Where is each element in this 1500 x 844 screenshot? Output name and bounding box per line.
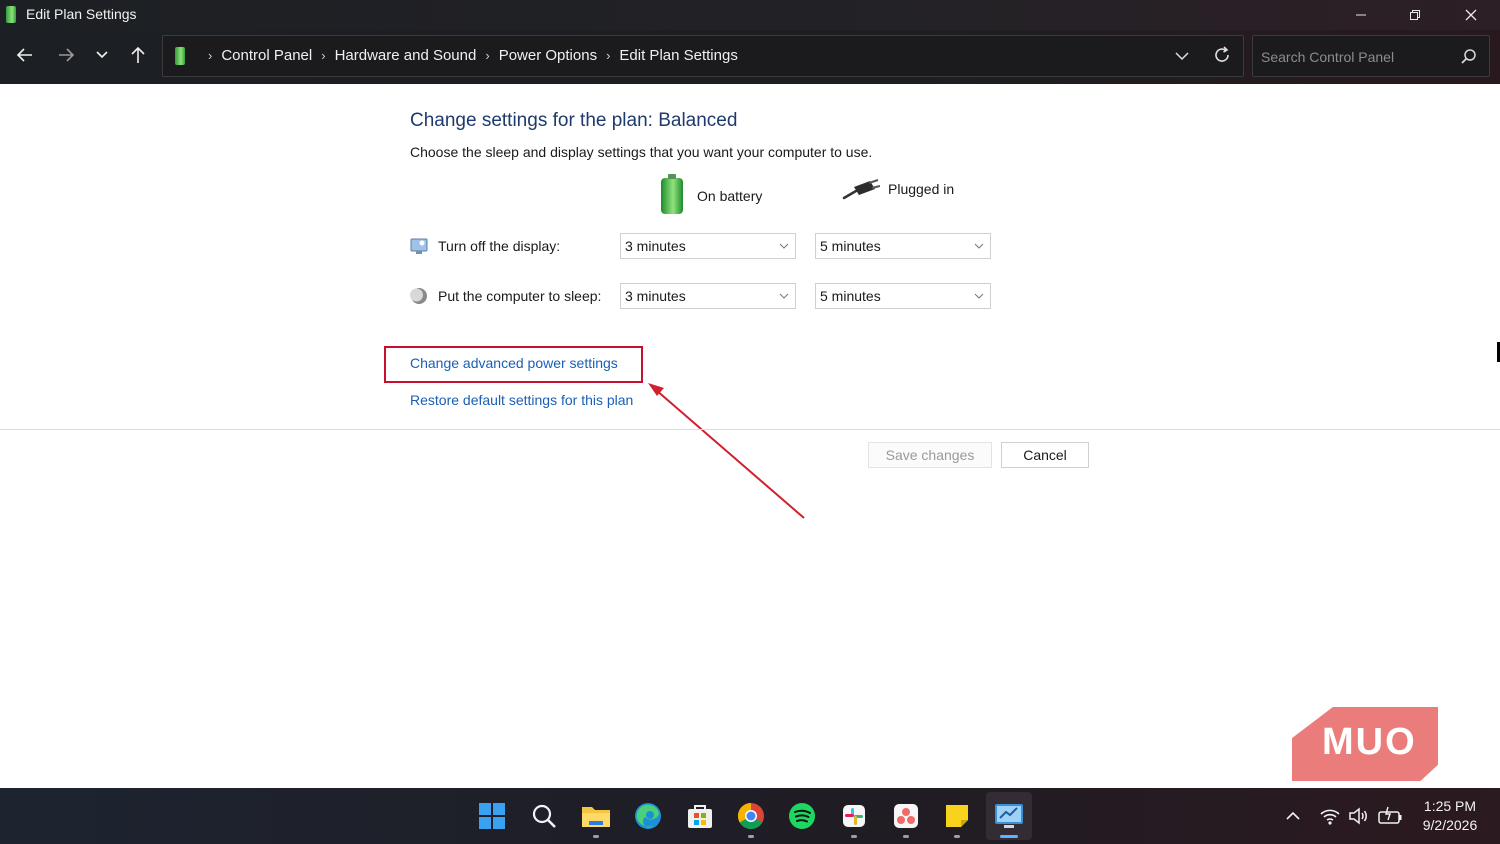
chrome-icon[interactable]: [735, 800, 767, 832]
breadcrumb-separator-icon[interactable]: ›: [606, 48, 610, 63]
breadcrumb-separator-icon: ›: [208, 48, 213, 63]
recent-locations-button[interactable]: [86, 40, 118, 70]
sticky-notes-icon[interactable]: [941, 800, 973, 832]
back-arrow-icon: [16, 48, 32, 62]
address-history-chevron-icon[interactable]: [1171, 45, 1193, 67]
breadcrumb-control-panel[interactable]: Control Panel: [221, 47, 312, 64]
running-indicator: [593, 835, 599, 838]
edge-browser-icon[interactable]: [632, 800, 664, 832]
close-icon: [1465, 9, 1477, 21]
power-options-icon: [6, 6, 16, 23]
control-panel-icon[interactable]: [993, 800, 1025, 832]
running-indicator: [903, 835, 909, 838]
running-indicator: [954, 835, 960, 838]
save-changes-button[interactable]: Save changes: [868, 442, 992, 468]
minimize-icon: [1356, 14, 1366, 16]
recent-locations-chevron-icon: [96, 51, 108, 59]
up-arrow-icon: [131, 46, 145, 63]
refresh-icon[interactable]: [1211, 44, 1233, 66]
system-clock[interactable]: 1:25 PM 9/2/2026: [1412, 797, 1488, 835]
file-explorer-icon[interactable]: [580, 800, 612, 832]
breadcrumb: › Control Panel › Hardware and Sound › P…: [199, 47, 738, 64]
breadcrumb-separator-icon[interactable]: ›: [321, 48, 325, 63]
breadcrumb-separator-icon[interactable]: ›: [485, 48, 489, 63]
breadcrumb-power-options[interactable]: Power Options: [499, 47, 597, 64]
breadcrumb-edit-plan-settings[interactable]: Edit Plan Settings: [619, 47, 737, 64]
up-button[interactable]: [122, 40, 154, 70]
running-indicator: [851, 835, 857, 838]
close-button[interactable]: [1444, 0, 1498, 30]
search-icon[interactable]: [528, 800, 560, 832]
microsoft-store-icon[interactable]: [684, 800, 716, 832]
annotation-arrow: [648, 383, 805, 519]
restore-button[interactable]: [1388, 0, 1442, 30]
asana-icon[interactable]: [890, 800, 922, 832]
show-hidden-icons-chevron-icon[interactable]: [1282, 805, 1304, 827]
taskbar: 1:25 PM 9/2/2026: [0, 788, 1500, 844]
navigation-bar: › Control Panel › Hardware and Sound › P…: [0, 30, 1500, 84]
search-icon[interactable]: [1459, 47, 1479, 67]
divider: [0, 429, 1500, 430]
clock-time: 1:25 PM: [1423, 798, 1477, 814]
breadcrumb-hardware-and-sound[interactable]: Hardware and Sound: [335, 47, 477, 64]
spotify-icon[interactable]: [786, 800, 818, 832]
slack-icon[interactable]: [838, 800, 870, 832]
volume-icon[interactable]: [1347, 805, 1369, 827]
windows-start-icon[interactable]: [476, 800, 508, 832]
main-content: Change settings for the plan: Balanced C…: [0, 84, 1500, 788]
power-options-icon: [175, 47, 185, 65]
back-button[interactable]: [9, 40, 41, 70]
window-title: Edit Plan Settings: [26, 6, 137, 22]
forward-button[interactable]: [50, 40, 82, 70]
search-input[interactable]: [1261, 46, 1451, 68]
watermark-text: MUO: [1322, 721, 1417, 763]
search-box: [1252, 35, 1490, 77]
clock-date: 9/2/2026: [1422, 817, 1478, 833]
cancel-button[interactable]: Cancel: [1001, 442, 1089, 468]
running-indicator: [748, 835, 754, 838]
minimize-button[interactable]: [1334, 0, 1388, 30]
forward-arrow-icon: [59, 48, 75, 62]
battery-icon[interactable]: [1377, 805, 1403, 827]
wifi-icon[interactable]: [1319, 805, 1341, 827]
restore-icon: [1410, 10, 1420, 20]
title-bar: Edit Plan Settings: [0, 0, 1500, 30]
active-app-indicator: [1000, 835, 1018, 838]
address-bar[interactable]: › Control Panel › Hardware and Sound › P…: [162, 35, 1244, 77]
